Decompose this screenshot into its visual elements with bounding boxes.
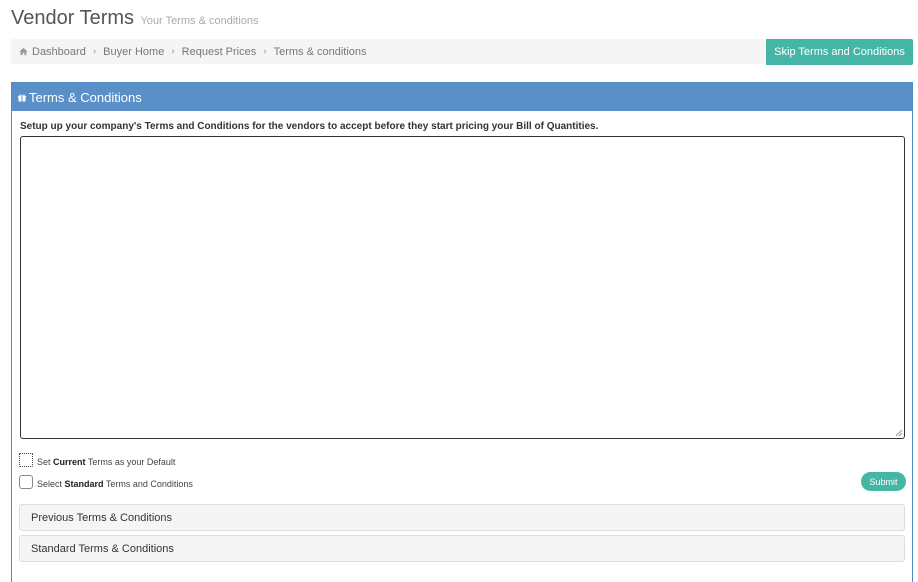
default-checkbox[interactable] <box>19 453 33 467</box>
panel-title: Terms & Conditions <box>29 89 142 105</box>
skip-terms-button[interactable]: Skip Terms and Conditions <box>766 39 913 65</box>
standard-terms-accordion[interactable]: Standard Terms & Conditions <box>19 535 905 562</box>
breadcrumb-separator: › <box>171 46 175 57</box>
terms-panel: Terms & Conditions Setup up your company… <box>11 82 913 582</box>
breadcrumb: Dashboard › Buyer Home › Request Prices … <box>11 39 765 64</box>
submit-button[interactable]: Submit <box>861 472 906 491</box>
breadcrumb-dashboard[interactable]: Dashboard <box>32 46 86 58</box>
breadcrumb-separator: › <box>263 46 267 57</box>
standard-option-row[interactable]: Select Standard Terms and Conditions <box>19 475 193 489</box>
breadcrumb-separator: › <box>92 46 97 57</box>
default-option-row[interactable]: Set Current Terms as your Default <box>19 453 175 467</box>
page-header: Vendor Terms Your Terms & conditions <box>11 7 259 30</box>
default-option-label: Set Current Terms as your Default <box>37 457 176 467</box>
breadcrumb-buyer-home[interactable]: Buyer Home <box>103 46 164 58</box>
instructions-text: Setup up your company's Terms and Condit… <box>20 121 599 132</box>
terms-textarea[interactable] <box>20 136 905 439</box>
page-subtitle: Your Terms & conditions <box>140 15 259 27</box>
gift-icon <box>18 94 26 102</box>
resize-grip-icon[interactable] <box>894 428 903 437</box>
standard-checkbox[interactable] <box>19 475 33 489</box>
home-icon <box>19 47 28 56</box>
breadcrumb-request-prices[interactable]: Request Prices <box>182 46 257 58</box>
panel-heading: Terms & Conditions <box>12 83 912 111</box>
standard-option-label: Select Standard Terms and Conditions <box>37 479 193 489</box>
page-title: Vendor Terms <box>11 7 135 29</box>
previous-terms-accordion[interactable]: Previous Terms & Conditions <box>19 504 905 531</box>
breadcrumb-terms-conditions: Terms & conditions <box>273 45 367 58</box>
